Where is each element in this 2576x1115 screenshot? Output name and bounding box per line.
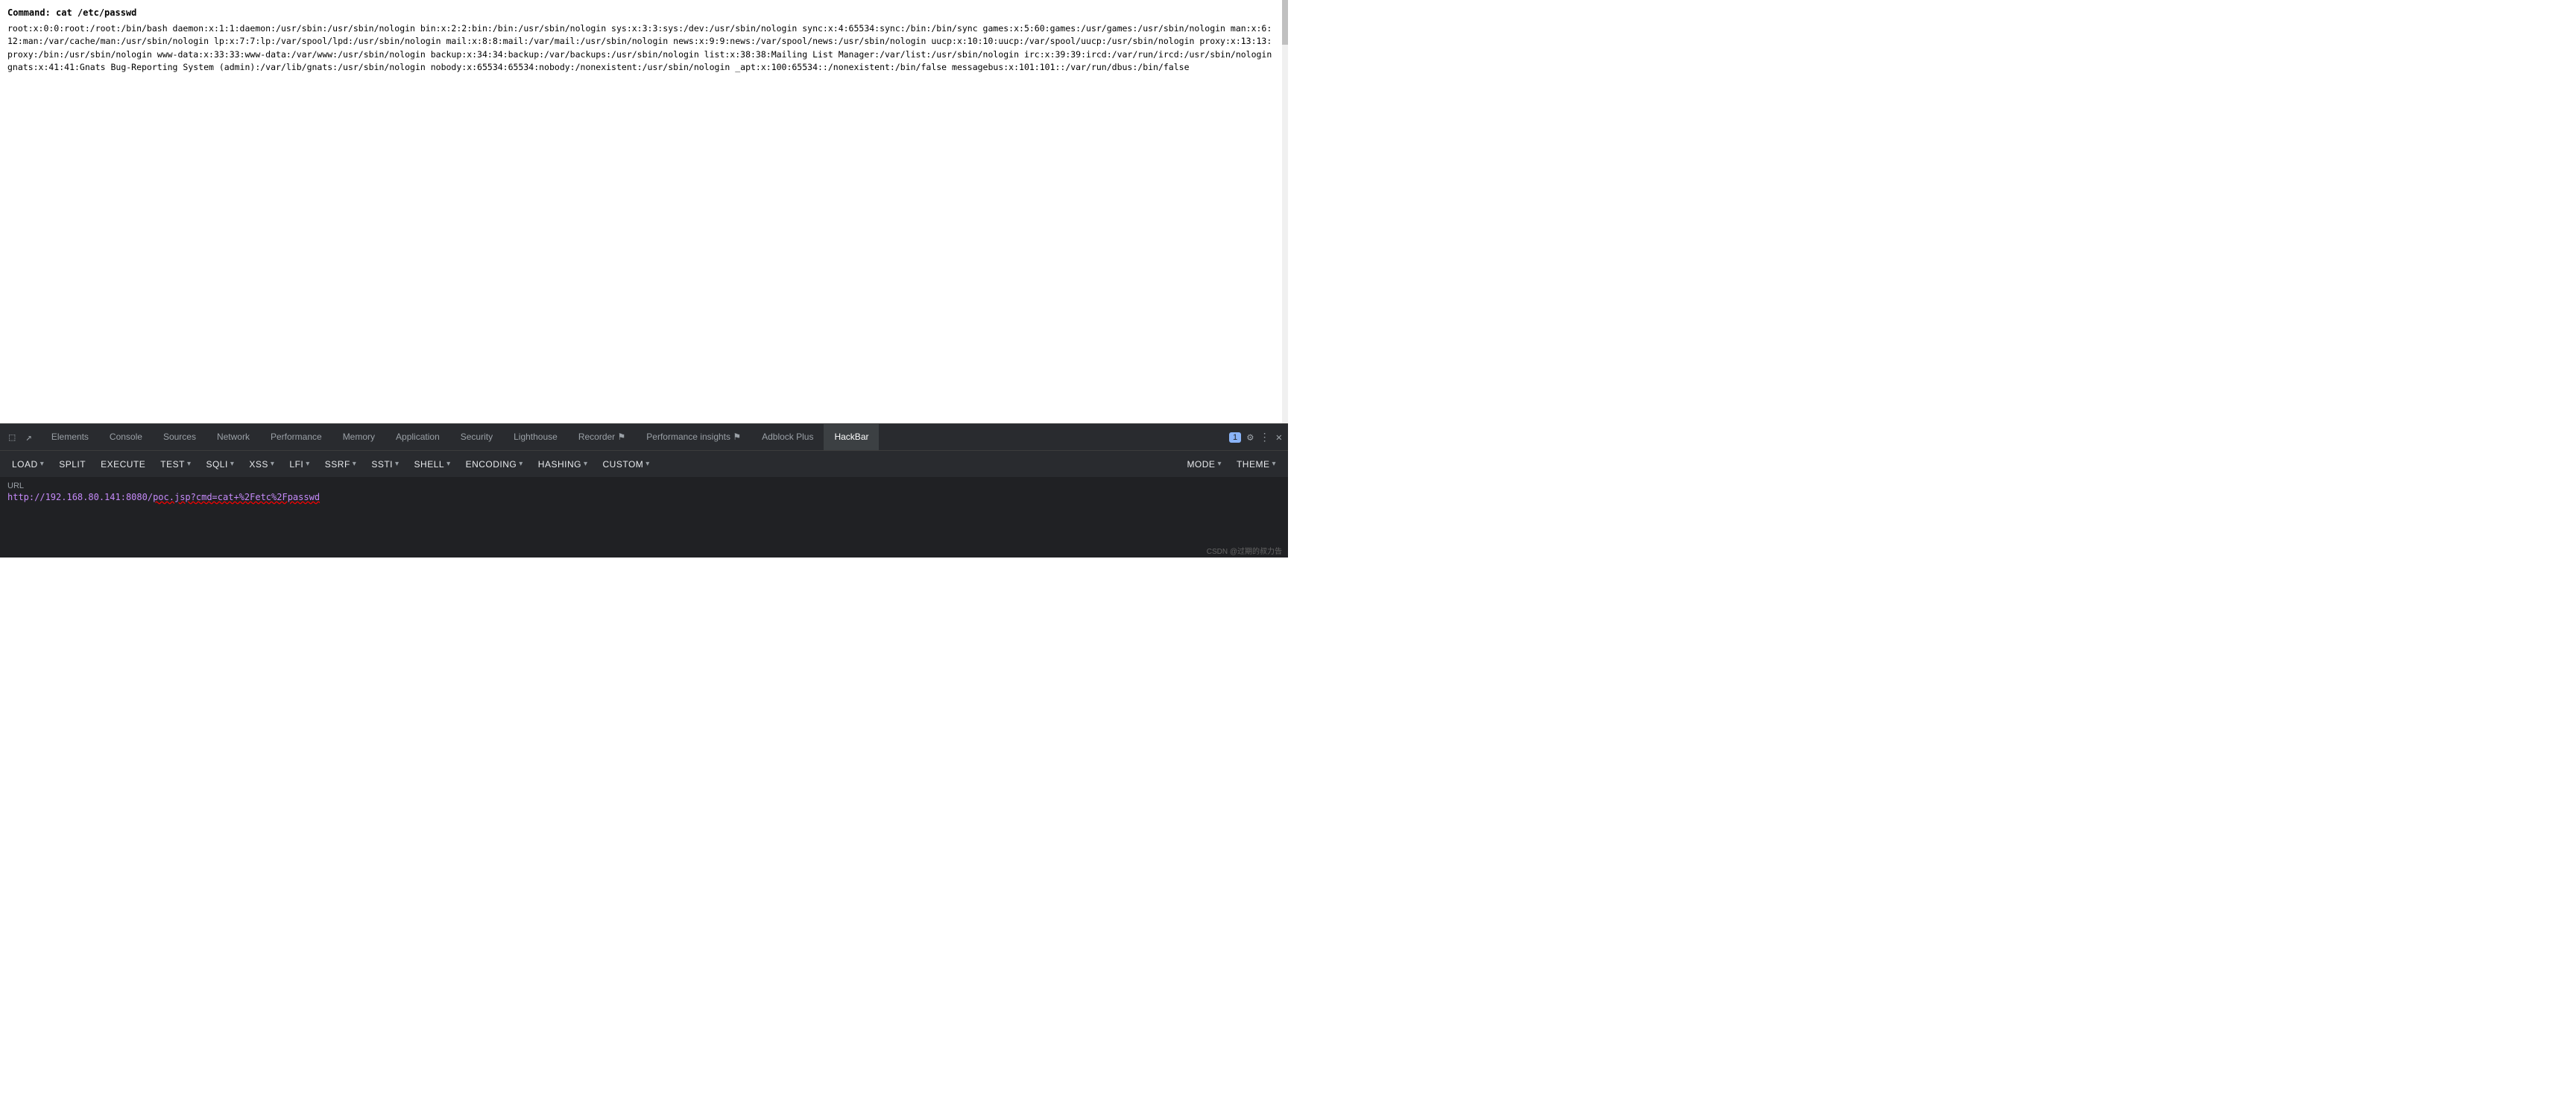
hashing-arrow: ▾ (584, 460, 588, 468)
load-button[interactable]: LOAD ▾ (6, 456, 50, 473)
ssrf-button[interactable]: SSRF ▾ (319, 456, 363, 473)
dock-icon[interactable]: ⬚ (6, 429, 18, 446)
encoding-button[interactable]: ENCODING ▾ (460, 456, 529, 473)
tab-adblock-plus[interactable]: Adblock Plus (751, 424, 824, 451)
url-value[interactable]: http://192.168.80.141:8080/poc.jsp?cmd=c… (7, 492, 1281, 502)
close-icon[interactable]: ✕ (1276, 432, 1282, 443)
xss-arrow: ▾ (271, 460, 275, 468)
output-text: root:x:0:0:root:/root:/bin/bash daemon:x… (7, 22, 1275, 74)
xss-button[interactable]: XSS ▾ (243, 456, 280, 473)
lfi-button[interactable]: LFI ▾ (283, 456, 315, 473)
tab-performance[interactable]: Performance (260, 424, 332, 451)
url-label: URL (7, 481, 1281, 490)
shell-arrow: ▾ (446, 460, 451, 468)
devtools-panel: ⬚ ↗ Elements Console Sources Network Per… (0, 423, 1288, 558)
tab-console[interactable]: Console (99, 424, 153, 451)
more-icon[interactable]: ⋮ (1260, 432, 1270, 443)
tab-performance-insights[interactable]: Performance insights ⚑ (636, 424, 751, 451)
ssti-arrow: ▾ (395, 460, 400, 468)
ssrf-arrow: ▾ (353, 460, 357, 468)
execute-button[interactable]: EXECUTE (95, 456, 151, 473)
tab-icons: ⬚ ↗ (0, 429, 41, 446)
lfi-arrow: ▾ (306, 460, 310, 468)
theme-arrow: ▾ (1272, 460, 1276, 468)
tab-memory[interactable]: Memory (332, 424, 385, 451)
shell-button[interactable]: SHELL ▾ (408, 456, 457, 473)
hashing-button[interactable]: HASHING ▾ (532, 456, 594, 473)
tab-lighthouse[interactable]: Lighthouse (503, 424, 568, 451)
tab-application[interactable]: Application (385, 424, 450, 451)
inspect-icon[interactable]: ↗ (22, 429, 34, 446)
test-arrow: ▾ (187, 460, 192, 468)
main-content: Command: cat /etc/passwd root:x:0:0:root… (0, 0, 1282, 423)
badge: 1 (1229, 432, 1241, 443)
scrollbar[interactable] (1282, 0, 1288, 423)
custom-button[interactable]: CUSTOM ▾ (597, 456, 656, 473)
custom-arrow: ▾ (645, 460, 650, 468)
toolbar-right: MODE ▾ THEME ▾ (1181, 456, 1282, 473)
tab-hackbar[interactable]: HackBar (824, 424, 879, 451)
ssti-button[interactable]: SSTI ▾ (365, 456, 405, 473)
sqli-button[interactable]: SQLI ▾ (200, 456, 240, 473)
mode-arrow: ▾ (1217, 460, 1222, 468)
settings-icon[interactable]: ⚙ (1247, 432, 1253, 443)
theme-button[interactable]: THEME ▾ (1231, 456, 1282, 473)
scrollbar-thumb[interactable] (1282, 0, 1288, 45)
tab-bar: ⬚ ↗ Elements Console Sources Network Per… (0, 423, 1288, 450)
url-bar: URL http://192.168.80.141:8080/poc.jsp?c… (0, 477, 1288, 505)
tab-right-icons: 1 ⚙ ⋮ ✕ (1229, 432, 1288, 443)
sqli-arrow: ▾ (230, 460, 235, 468)
toolbar-bar: LOAD ▾ SPLIT EXECUTE TEST ▾ SQLI ▾ XSS ▾… (0, 450, 1288, 477)
encoding-arrow: ▾ (519, 460, 523, 468)
mode-button[interactable]: MODE ▾ (1181, 456, 1228, 473)
command-line: Command: cat /etc/passwd (7, 6, 1275, 19)
tab-sources[interactable]: Sources (153, 424, 206, 451)
split-button[interactable]: SPLIT (53, 456, 92, 473)
load-arrow: ▾ (40, 460, 45, 468)
tab-recorder[interactable]: Recorder ⚑ (568, 424, 636, 451)
tab-security[interactable]: Security (450, 424, 503, 451)
watermark: CSDN @过期的叔力告 (1207, 545, 1282, 556)
tab-elements[interactable]: Elements (41, 424, 99, 451)
test-button[interactable]: TEST ▾ (154, 456, 197, 473)
tab-network[interactable]: Network (206, 424, 260, 451)
